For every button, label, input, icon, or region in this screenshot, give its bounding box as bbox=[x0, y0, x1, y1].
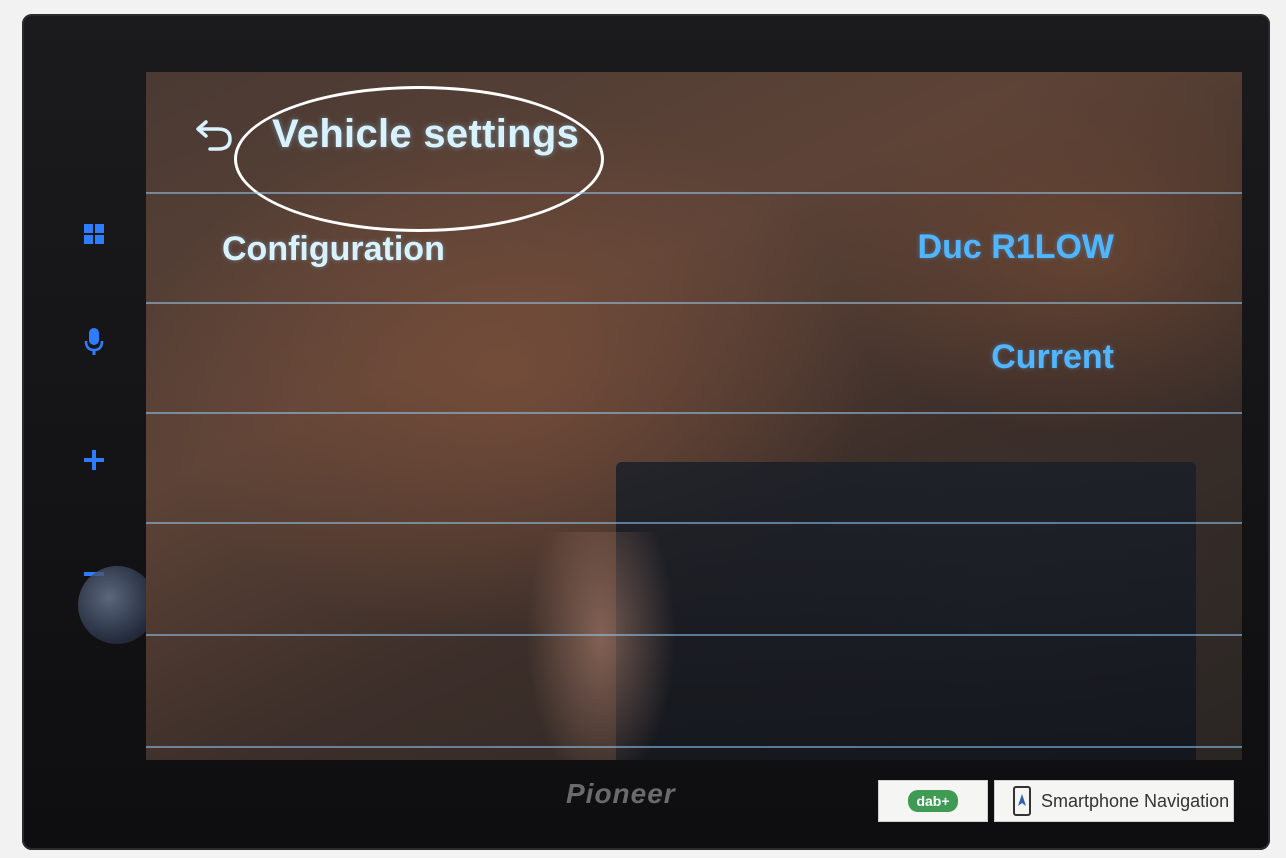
dab-logo: dab+ bbox=[908, 790, 958, 812]
navigation-sticker: Smartphone Navigation bbox=[994, 780, 1234, 822]
brand-logo: Pioneer bbox=[566, 778, 676, 809]
separator bbox=[146, 412, 1242, 414]
voice-button[interactable] bbox=[74, 322, 114, 362]
dab-sticker: dab+ bbox=[878, 780, 988, 822]
home-grid-icon bbox=[84, 224, 104, 244]
smartphone-navigation-icon bbox=[1013, 786, 1031, 816]
navigation-sticker-label: Smartphone Navigation bbox=[1041, 790, 1230, 811]
reflection-knob bbox=[78, 566, 156, 644]
back-arrow-icon[interactable] bbox=[194, 118, 234, 152]
reflection-hand bbox=[526, 532, 676, 760]
plus-icon bbox=[84, 450, 104, 470]
volume-up-button[interactable] bbox=[74, 440, 114, 480]
separator bbox=[146, 522, 1242, 524]
head-unit-bezel: Vehicle settings Configuration Duc R1LOW… bbox=[22, 14, 1270, 850]
configuration-label: Configuration bbox=[222, 230, 445, 268]
reflection-object bbox=[616, 462, 1196, 760]
separator bbox=[146, 634, 1242, 636]
current-value: Current bbox=[991, 338, 1114, 376]
touch-screen: Vehicle settings Configuration Duc R1LOW… bbox=[146, 72, 1242, 760]
separator bbox=[146, 746, 1242, 748]
home-grid-button[interactable] bbox=[74, 214, 114, 254]
mic-icon bbox=[84, 328, 104, 355]
configuration-value: Duc R1LOW bbox=[917, 228, 1114, 266]
